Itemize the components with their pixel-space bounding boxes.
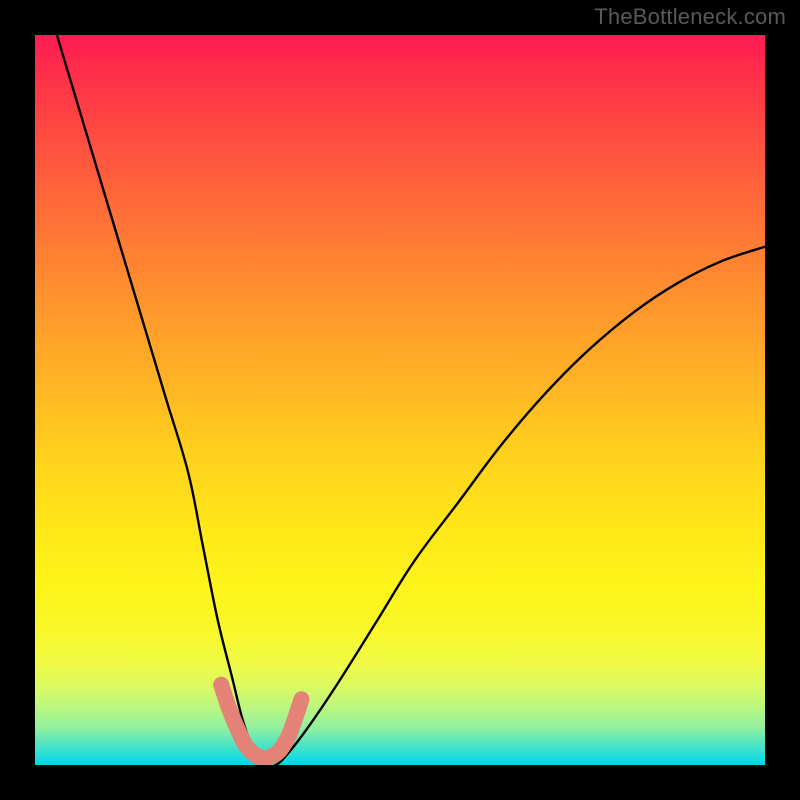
plot-area: [35, 35, 765, 765]
chart-svg: [35, 35, 765, 765]
bottleneck-curve-path: [57, 35, 765, 765]
salmon-marker-band: [221, 685, 301, 758]
bottleneck-curve: [57, 35, 765, 765]
salmon-marker-band-path: [221, 685, 301, 758]
chart-frame: TheBottleneck.com: [0, 0, 800, 800]
watermark-text: TheBottleneck.com: [594, 4, 786, 30]
